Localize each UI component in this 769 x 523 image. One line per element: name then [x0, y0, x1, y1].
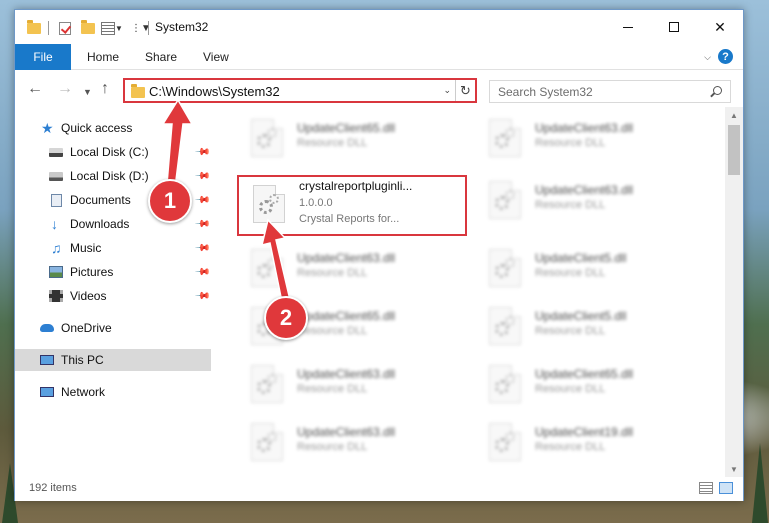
- arrow-2: [260, 218, 291, 303]
- annotation-arrows: [161, 98, 291, 303]
- step-badge-2: 2: [264, 296, 308, 340]
- step-badge-1: 1: [148, 179, 192, 223]
